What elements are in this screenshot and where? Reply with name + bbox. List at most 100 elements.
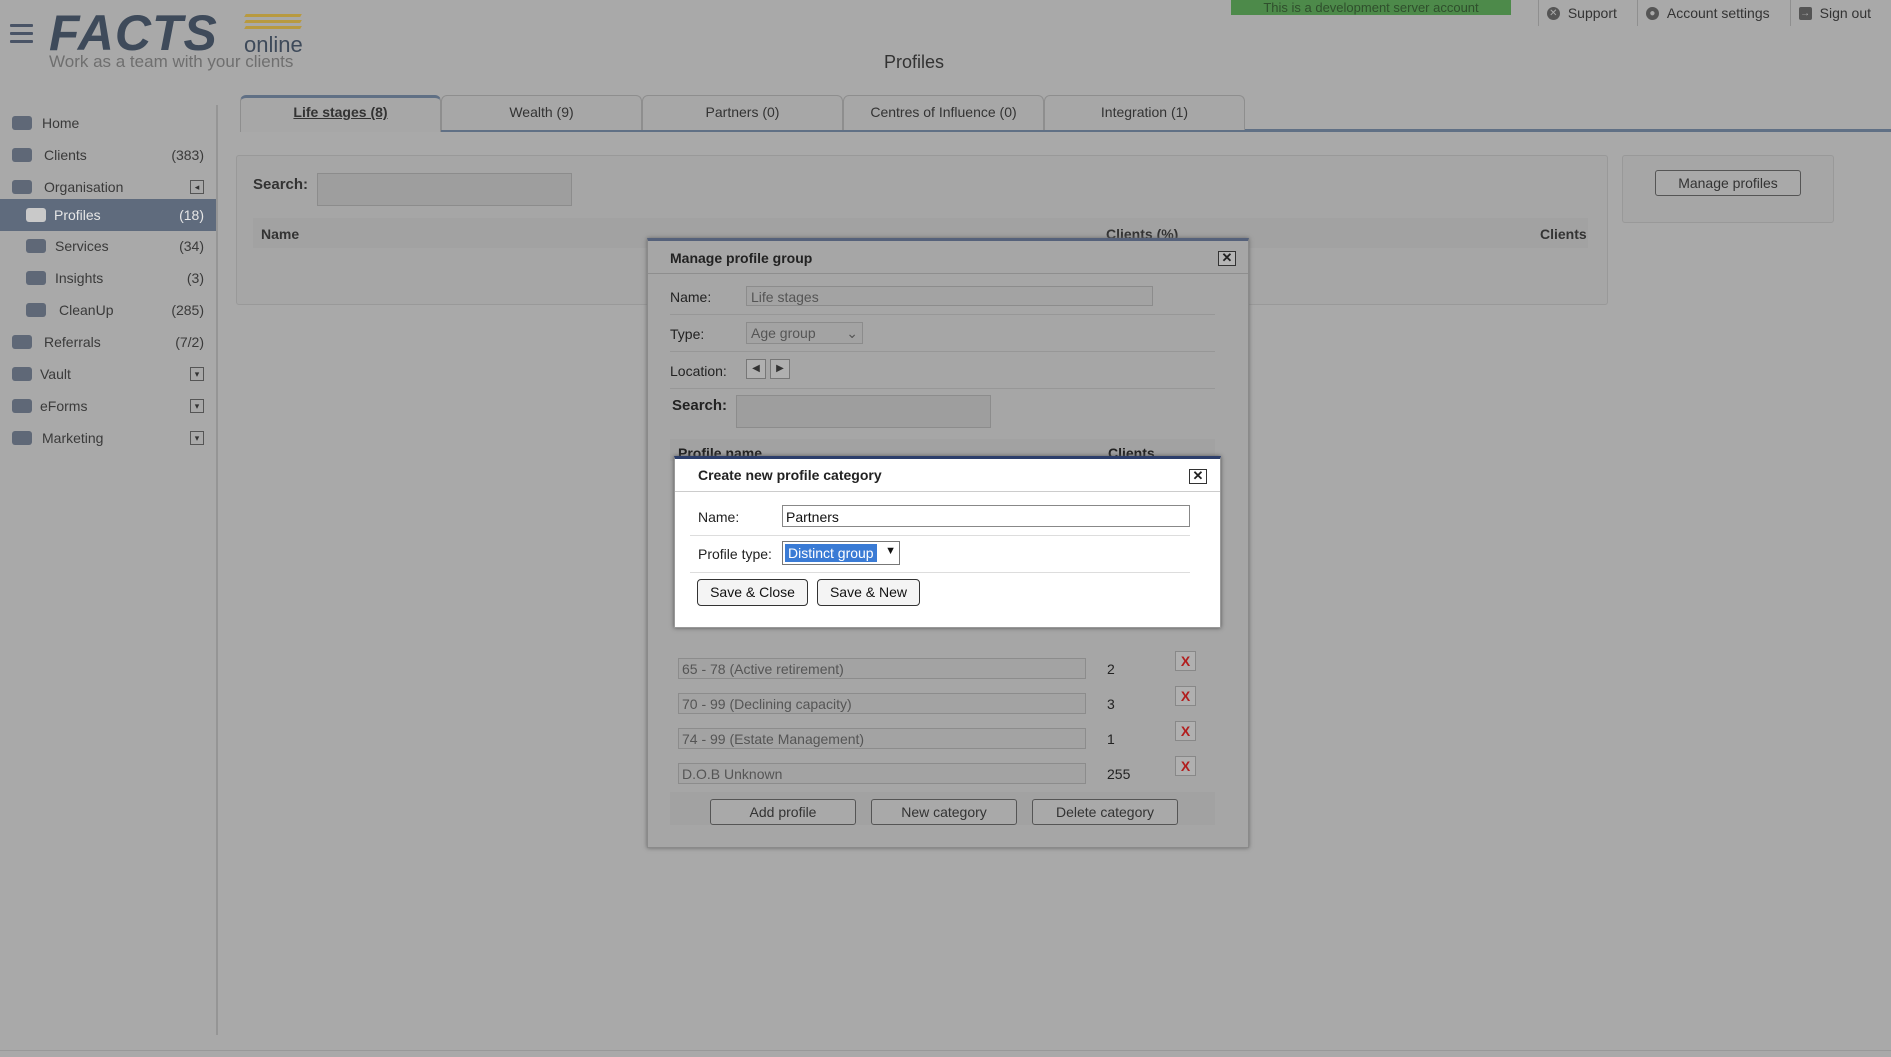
tab-integration[interactable]: Integration (1) xyxy=(1044,95,1245,130)
sidebar-item-label: Marketing xyxy=(42,430,104,446)
sidebar-item-insights[interactable]: Insights (3) xyxy=(0,263,216,293)
profile-client-count: 255 xyxy=(1107,766,1131,782)
support-icon: ✕ xyxy=(1546,6,1560,20)
close-icon[interactable]: ✕ xyxy=(1189,469,1207,484)
dialog-search-input[interactable] xyxy=(736,395,991,428)
tab-partners[interactable]: Partners (0) xyxy=(642,95,843,130)
sidebar-item-clients[interactable]: Clients (383) xyxy=(0,140,216,170)
insights-icon xyxy=(26,271,46,285)
column-clients: Clients xyxy=(1540,226,1587,242)
category-name-input[interactable]: Partners xyxy=(782,505,1190,527)
logo-main-text: FACTS xyxy=(49,5,218,61)
referrals-icon xyxy=(12,335,32,349)
save-close-button[interactable]: Save & Close xyxy=(697,579,808,606)
sidebar-item-marketing[interactable]: Marketing ▾ xyxy=(0,423,216,453)
user-circle-icon: ● xyxy=(1645,6,1659,20)
search-label: Search: xyxy=(253,176,309,193)
sidebar-item-label: Referrals xyxy=(44,334,101,350)
menu-icon[interactable] xyxy=(10,24,33,44)
organisation-icon xyxy=(12,180,32,194)
create-profile-category-dialog: Create new profile category ✕ Name: Part… xyxy=(674,456,1221,628)
megaphone-icon xyxy=(12,431,32,445)
chevron-down-icon: ▼ xyxy=(885,545,896,557)
profile-name-field[interactable]: D.O.B Unknown xyxy=(678,763,1086,784)
sidebar-item-services[interactable]: Services (34) xyxy=(0,231,216,261)
footer-divider xyxy=(0,1050,1891,1051)
profile-name-field[interactable]: 65 - 78 (Active retirement) xyxy=(678,658,1086,679)
sidebar-item-organisation[interactable]: Organisation ◂ xyxy=(0,172,216,202)
move-right-icon[interactable]: ▶ xyxy=(770,359,790,379)
delete-profile-button[interactable]: X xyxy=(1175,651,1196,671)
expand-toggle-icon[interactable]: ▾ xyxy=(190,431,204,445)
sidebar: Home Clients (383) Organisation ◂ Profil… xyxy=(0,105,218,1035)
sidebar-item-label: Vault xyxy=(40,366,71,382)
save-new-button[interactable]: Save & New xyxy=(817,579,920,606)
logo-stripes-icon xyxy=(244,14,302,34)
move-left-icon[interactable]: ◀ xyxy=(746,359,766,379)
new-category-button[interactable]: New category xyxy=(871,799,1017,825)
type-select-value: Age group xyxy=(751,325,816,341)
group-type-select[interactable]: Age group ⌄ xyxy=(746,322,863,344)
collapse-toggle-icon[interactable]: ◂ xyxy=(190,180,204,194)
support-link[interactable]: ✕ Support xyxy=(1537,0,1637,26)
sidebar-item-count: (383) xyxy=(171,147,204,163)
services-chart-icon xyxy=(26,239,46,253)
sidebar-item-label: Organisation xyxy=(44,179,124,195)
expand-toggle-icon[interactable]: ▾ xyxy=(190,367,204,381)
name-label: Name: xyxy=(698,509,740,525)
sidebar-item-referrals[interactable]: Referrals (7/2) xyxy=(0,327,216,357)
location-label: Location: xyxy=(670,363,727,379)
sidebar-item-label: Home xyxy=(42,115,80,131)
manage-profiles-button[interactable]: Manage profiles xyxy=(1655,170,1801,196)
sidebar-item-count: (18) xyxy=(179,207,204,223)
delete-profile-button[interactable]: X xyxy=(1175,756,1196,776)
sign-out-label: Sign out xyxy=(1819,5,1871,21)
type-label: Type: xyxy=(670,326,705,342)
sidebar-item-count: (285) xyxy=(171,302,204,318)
sidebar-item-label: Insights xyxy=(55,270,104,286)
tab-life-stages[interactable]: Life stages (8) xyxy=(240,95,441,132)
dialog-search-label: Search: xyxy=(672,397,728,414)
add-profile-button[interactable]: Add profile xyxy=(710,799,856,825)
group-name-field[interactable]: Life stages xyxy=(746,286,1153,306)
sidebar-item-label: Services xyxy=(55,238,109,254)
column-name: Name xyxy=(261,226,300,242)
close-icon[interactable]: ✕ xyxy=(1218,251,1236,266)
profile-name-field[interactable]: 70 - 99 (Declining capacity) xyxy=(678,693,1086,714)
sidebar-item-vault[interactable]: Vault ▾ xyxy=(0,359,216,389)
tab-centres-of-influence[interactable]: Centres of Influence (0) xyxy=(843,95,1044,130)
chevron-down-icon: ⌄ xyxy=(846,325,858,341)
profile-type-selected-value: Distinct group xyxy=(785,544,877,562)
sidebar-item-cleanup[interactable]: CleanUp (285) xyxy=(0,295,216,325)
delete-profile-button[interactable]: X xyxy=(1175,721,1196,741)
top-links: ✕ Support ● Account settings → Sign out xyxy=(1537,0,1891,26)
sidebar-item-label: Clients xyxy=(44,147,87,163)
support-label: Support xyxy=(1567,5,1617,21)
profile-type-select[interactable]: Distinct group ▼ xyxy=(782,541,900,565)
dialog-title: Manage profile group xyxy=(670,250,813,266)
vault-icon xyxy=(12,367,32,381)
sidebar-item-eforms[interactable]: eForms ▾ xyxy=(0,391,216,421)
expand-toggle-icon[interactable]: ▾ xyxy=(190,399,204,413)
page-title: Profiles xyxy=(884,52,945,72)
list-icon xyxy=(12,399,32,413)
profile-group-tabs: Life stages (8) Wealth (9) Partners (0) … xyxy=(240,95,1891,132)
search-input[interactable] xyxy=(317,173,572,206)
cleanup-icon xyxy=(26,303,46,317)
delete-category-button[interactable]: Delete category xyxy=(1032,799,1178,825)
profile-name-field[interactable]: 74 - 99 (Estate Management) xyxy=(678,728,1086,749)
home-icon xyxy=(12,116,32,130)
profile-client-count: 3 xyxy=(1107,696,1115,712)
profile-type-label: Profile type: xyxy=(698,546,772,562)
logo-tagline: Work as a team with your clients xyxy=(49,52,294,71)
sidebar-item-profiles[interactable]: Profiles (18) xyxy=(0,199,216,231)
clients-icon xyxy=(12,148,32,162)
side-actions-panel: Manage profiles xyxy=(1622,155,1834,223)
sign-out-link[interactable]: → Sign out xyxy=(1789,0,1891,26)
account-settings-link[interactable]: ● Account settings xyxy=(1636,0,1790,26)
delete-profile-button[interactable]: X xyxy=(1175,686,1196,706)
tab-wealth[interactable]: Wealth (9) xyxy=(441,95,642,130)
profile-client-count: 1 xyxy=(1107,731,1115,747)
sidebar-item-home[interactable]: Home xyxy=(0,108,216,138)
sidebar-item-label: Profiles xyxy=(54,207,101,223)
